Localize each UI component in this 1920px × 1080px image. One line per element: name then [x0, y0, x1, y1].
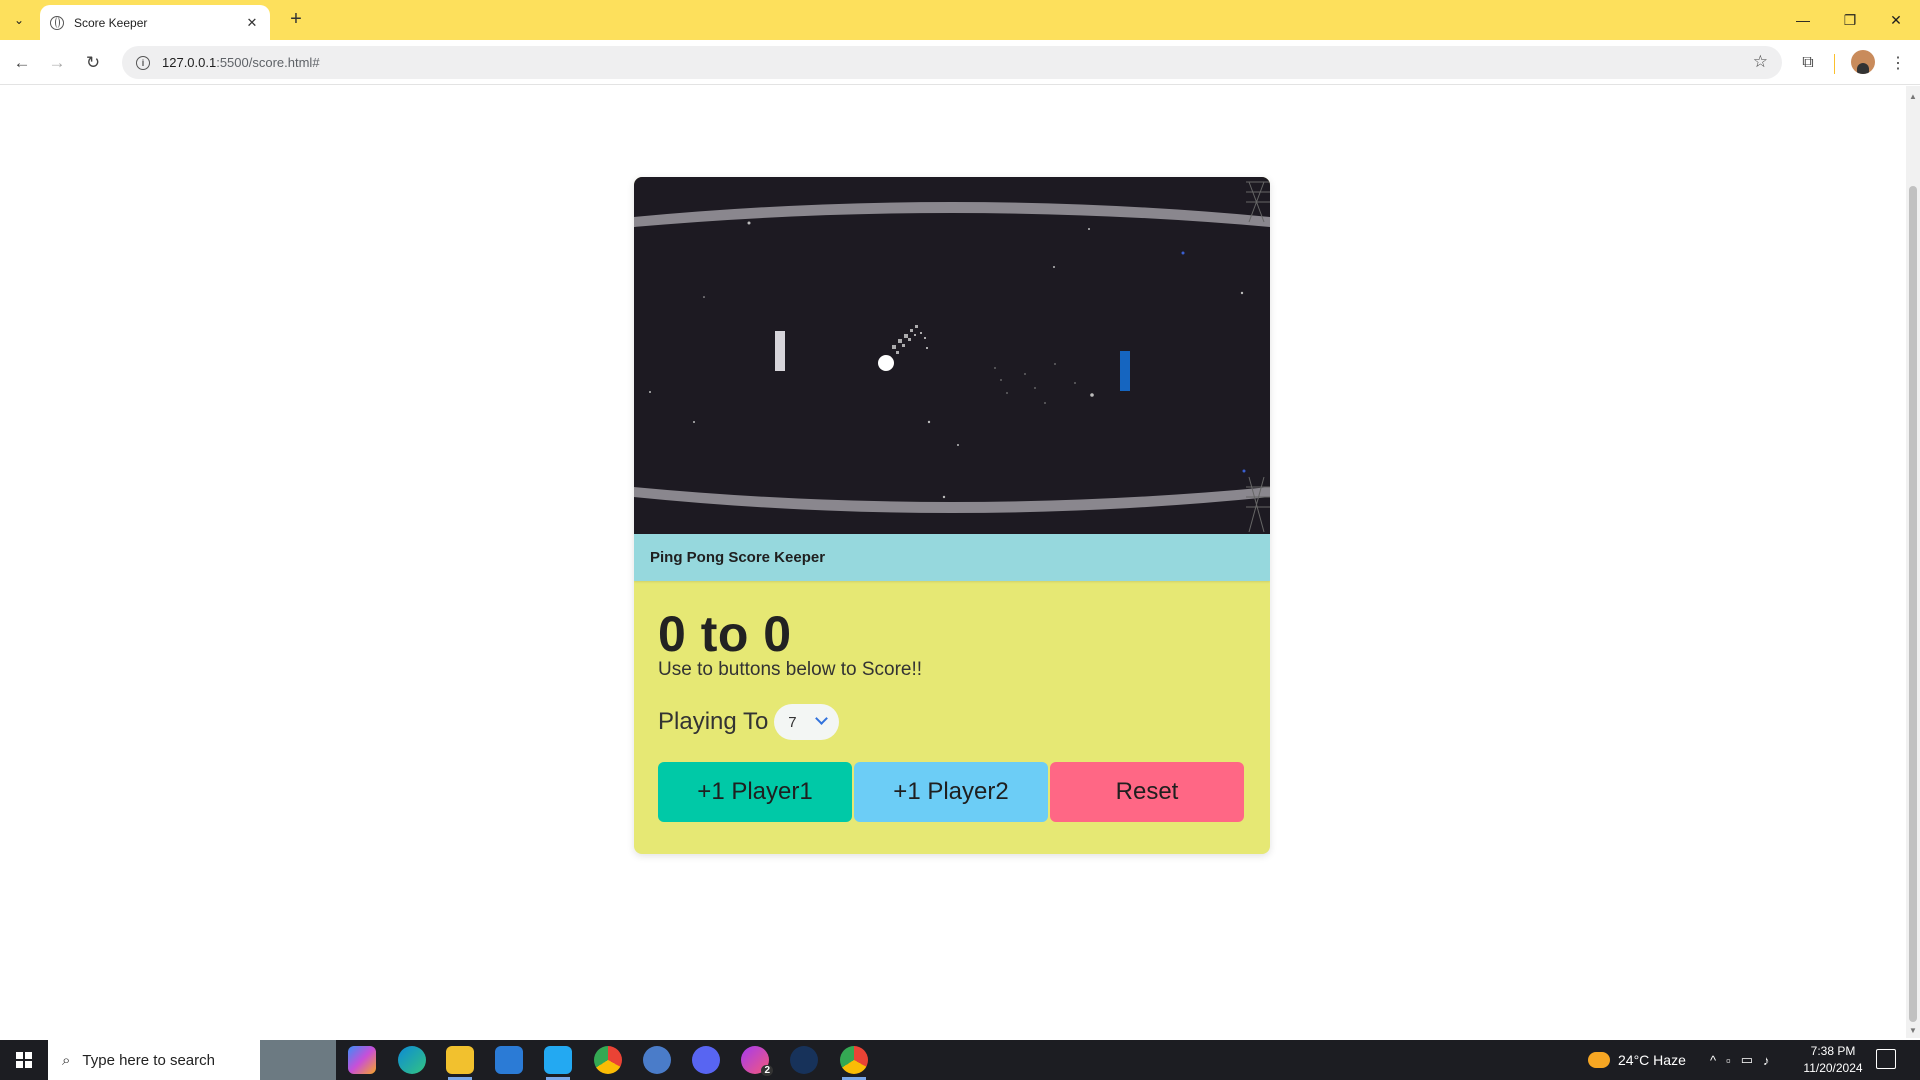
taskbar-search-box[interactable]: ⌕ Type here to search: [48, 1040, 336, 1080]
network-icon[interactable]: ▭: [1741, 1052, 1753, 1068]
pong-hero-image: [634, 177, 1270, 534]
messenger-icon[interactable]: 2: [741, 1046, 773, 1076]
right-scaffold: [1246, 181, 1270, 533]
restore-button[interactable]: ❐: [1827, 0, 1873, 40]
score-keeper-card: Ping Pong Score Keeper 0 to 0 Use to but…: [634, 177, 1270, 854]
bottom-wall: [634, 487, 1270, 513]
weather-widget[interactable]: 24°C Haze: [1588, 1040, 1686, 1080]
playing-to-row: Playing To 7: [658, 704, 1246, 740]
instruction-text: Use to buttons below to Score!!: [658, 659, 923, 680]
button-group: +1 Player1 +1 Player2 Reset: [658, 762, 1246, 822]
puzzle-icon: ⧉: [1802, 54, 1814, 71]
steam-icon[interactable]: [790, 1046, 818, 1074]
player2-score-button[interactable]: +1 Player2: [854, 762, 1048, 822]
taskbar-clock[interactable]: 7:38 PM 11/20/2024: [1796, 1043, 1870, 1077]
search-icon: ⌕: [62, 1051, 71, 1069]
qbittorrent-icon[interactable]: [643, 1046, 671, 1074]
card-header-title: Ping Pong Score Keeper: [634, 534, 1270, 581]
copilot-icon[interactable]: [348, 1046, 376, 1074]
close-window-button[interactable]: ✕: [1873, 0, 1919, 40]
right-paddle: [1120, 351, 1130, 391]
address-bar[interactable]: i 127.0.0.1:5500/score.html# ☆: [122, 46, 1782, 79]
playing-to-label: Playing To: [658, 708, 769, 735]
tab-search-button[interactable]: ⌄: [8, 9, 30, 31]
reset-button[interactable]: Reset: [1050, 762, 1244, 822]
playing-to-select[interactable]: 7: [774, 704, 840, 740]
particles: [994, 363, 1076, 404]
forward-button[interactable]: →: [44, 50, 70, 76]
minimize-icon: —: [1796, 12, 1810, 28]
browser-toolbar: ← → ↻ i 127.0.0.1:5500/score.html# ☆ ⧉ ⋮: [0, 40, 1920, 85]
left-paddle: [775, 331, 785, 371]
clock-time: 7:38 PM: [1810, 1044, 1856, 1058]
bookmark-star-icon[interactable]: ☆: [1753, 52, 1768, 72]
forward-arrow-icon: →: [48, 53, 66, 72]
browser-tab-bar: ⌄ Score Keeper ✕ + — ❐ ✕: [0, 0, 1920, 40]
notification-center-icon[interactable]: [1876, 1049, 1896, 1069]
chevron-down-icon: ⌄: [13, 13, 25, 27]
search-highlight-image: [260, 1040, 336, 1080]
url-text[interactable]: 127.0.0.1:5500/score.html#: [162, 55, 320, 70]
ball-trail: [892, 325, 928, 354]
restore-icon: ❐: [1843, 11, 1857, 28]
active-tab[interactable]: Score Keeper ✕: [40, 5, 270, 40]
ball: [878, 355, 894, 371]
clock-date: 11/20/2024: [1803, 1061, 1863, 1075]
volume-icon[interactable]: ♪: [1763, 1053, 1770, 1068]
close-icon: ✕: [1890, 11, 1902, 28]
weather-text: 24°C Haze: [1618, 1052, 1686, 1068]
store-icon[interactable]: [495, 1046, 523, 1074]
vscode-icon[interactable]: [544, 1046, 572, 1074]
back-arrow-icon: ←: [13, 53, 31, 72]
messenger-badge: 2: [761, 1065, 773, 1076]
file-explorer-icon[interactable]: [446, 1046, 474, 1074]
meet-now-icon[interactable]: ▫: [1726, 1053, 1731, 1068]
reload-button[interactable]: ↻: [80, 50, 106, 76]
site-info-icon[interactable]: i: [136, 55, 150, 70]
scrollbar-thumb[interactable]: [1909, 186, 1917, 1022]
chevron-up-icon[interactable]: ^: [1710, 1053, 1716, 1068]
weather-icon: [1588, 1052, 1610, 1068]
search-placeholder: Type here to search: [82, 1051, 215, 1069]
browser-menu-button[interactable]: ⋮: [1887, 52, 1909, 74]
toolbar-separator: [1834, 54, 1835, 74]
chrome-active-icon[interactable]: [840, 1046, 868, 1074]
windows-logo-icon: [16, 1052, 32, 1068]
extensions-button[interactable]: ⧉: [1797, 52, 1819, 74]
stars: [649, 221, 1246, 499]
playing-to-value: 7: [788, 713, 797, 731]
pong-illustration: [634, 181, 1270, 533]
card-body: 0 to 0 Use to buttons below to Score!! P…: [634, 581, 1270, 822]
kebab-menu-icon: ⋮: [1890, 55, 1906, 72]
start-button[interactable]: [0, 1040, 48, 1080]
top-wall: [634, 202, 1270, 227]
discord-icon[interactable]: [692, 1046, 720, 1074]
scroll-up-icon[interactable]: ▲: [1909, 92, 1917, 101]
reload-icon: ↻: [85, 53, 101, 72]
windows-taskbar: ⌕ Type here to search 2 24°C Haze ^ ▫ ▭ …: [0, 1040, 1920, 1080]
new-tab-button[interactable]: +: [284, 8, 308, 30]
tab-close-button[interactable]: ✕: [244, 15, 260, 31]
scroll-down-icon[interactable]: ▼: [1909, 1026, 1917, 1035]
system-tray: ^ ▫ ▭ ♪: [1710, 1040, 1770, 1080]
back-button[interactable]: ←: [9, 50, 35, 76]
chrome-icon[interactable]: [594, 1046, 622, 1074]
chevron-down-icon: [815, 712, 829, 725]
tab-title: Score Keeper: [74, 15, 148, 30]
globe-icon: [50, 15, 64, 30]
player1-score-button[interactable]: +1 Player1: [658, 762, 852, 822]
edge-icon[interactable]: [398, 1046, 426, 1074]
profile-avatar[interactable]: [1851, 50, 1875, 74]
score-display: 0 to 0: [658, 606, 792, 662]
minimize-button[interactable]: —: [1780, 0, 1826, 40]
